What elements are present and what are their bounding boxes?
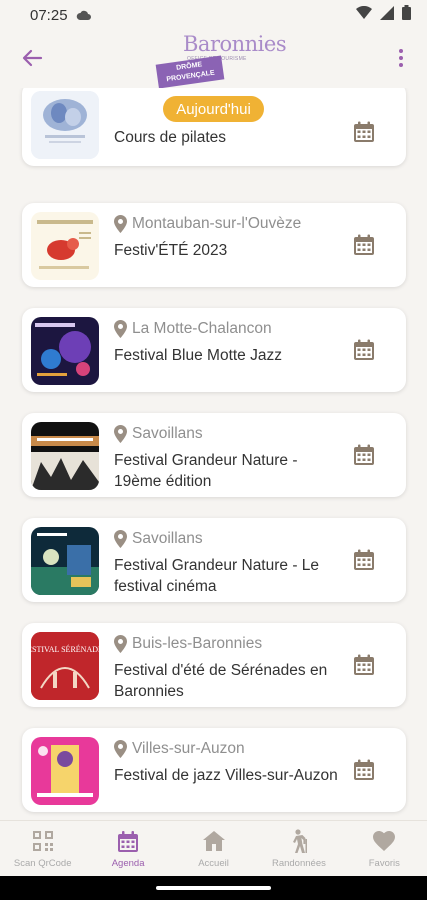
system-navigation-bar (0, 876, 427, 900)
location-pin-icon (114, 425, 127, 443)
location-pin-icon (114, 215, 127, 233)
event-title: Cours de pilates (114, 129, 227, 146)
event-location: Savoillans (114, 530, 203, 548)
signal-icon (380, 5, 394, 25)
add-to-calendar-button[interactable] (352, 233, 376, 257)
location-pin-icon (114, 530, 127, 548)
nav-item-favoris[interactable]: Favoris (342, 821, 427, 876)
battery-icon (402, 5, 411, 25)
event-card[interactable]: Montauban-sur-l'Ouvèze Festiv'ÉTÉ 2023 (22, 203, 406, 287)
wifi-icon (356, 5, 372, 24)
event-thumbnail (31, 737, 99, 805)
calendar-icon (354, 444, 374, 465)
bottom-navigation: Scan QrCode Agenda Accueil Randonnées Fa… (0, 820, 427, 876)
calendar-icon (116, 829, 140, 853)
add-to-calendar-button[interactable] (352, 443, 376, 467)
event-card[interactable]: Villes-sur-Auzon Festival de jazz Villes… (22, 728, 406, 812)
event-location: Montauban-sur-l'Ouvèze (114, 215, 301, 233)
nav-item-accueil[interactable]: Accueil (171, 821, 256, 876)
event-thumbnail (31, 422, 99, 490)
event-thumbnail (31, 91, 99, 159)
event-title: Festival Grandeur Nature - Le festival c… (114, 557, 320, 595)
cloud-icon (76, 10, 92, 21)
add-to-calendar-button[interactable] (352, 548, 376, 572)
add-to-calendar-button[interactable] (352, 338, 376, 362)
location-pin-icon (114, 320, 127, 338)
calendar-icon (354, 339, 374, 360)
more-options-button[interactable] (391, 44, 411, 72)
status-bar: 07:25 (0, 0, 427, 30)
event-thumbnail (31, 212, 99, 280)
nav-item-randonnees[interactable]: Randonnées (256, 821, 341, 876)
home-icon (202, 829, 226, 853)
calendar-icon (354, 121, 374, 142)
calendar-icon (354, 654, 374, 675)
nav-label: Favoris (368, 858, 400, 869)
nav-label: Randonnées (271, 858, 326, 869)
event-card[interactable]: Savoillans Festival Grandeur Nature - Le… (22, 518, 406, 602)
event-card[interactable]: La Motte-Chalancon Festival Blue Motte J… (22, 308, 406, 392)
event-title: Festival Grandeur Nature - 19ème édition (114, 452, 298, 490)
qrcode-icon (31, 829, 55, 853)
event-thumbnail (31, 317, 99, 385)
event-card[interactable]: FESTIVAL SÉRÉNADES Buis-les-Baronnies Fe… (22, 623, 406, 707)
event-list[interactable]: Cours de pilates Montauban-sur-l'Ouvèze … (0, 88, 427, 820)
event-title: Festival Blue Motte Jazz (114, 347, 282, 364)
event-thumbnail: FESTIVAL SÉRÉNADES (31, 632, 99, 700)
event-title: Festival de jazz Villes-sur-Auzon (114, 767, 338, 784)
today-button[interactable]: Aujourd'hui (163, 96, 264, 122)
baronnies-logo: Baronnies OFFICE DE TOURISME DRÔME PROVE… (155, 30, 287, 89)
nav-item-agenda[interactable]: Agenda (85, 821, 170, 876)
event-thumbnail (31, 527, 99, 595)
nav-label: Accueil (198, 858, 229, 869)
nav-item-scan-qrcode[interactable]: Scan QrCode (0, 821, 85, 876)
calendar-icon (354, 234, 374, 255)
app-bar: Baronnies OFFICE DE TOURISME DRÔME PROVE… (0, 30, 427, 89)
calendar-icon (354, 549, 374, 570)
nav-label: Scan QrCode (13, 858, 72, 869)
status-time: 07:25 (30, 6, 68, 24)
more-vert-icon (399, 49, 403, 53)
nav-label: Agenda (111, 858, 145, 869)
svg-text:FESTIVAL SÉRÉNADES: FESTIVAL SÉRÉNADES (31, 644, 99, 654)
gesture-handle[interactable] (156, 886, 271, 890)
event-location: Savoillans (114, 425, 203, 443)
location-pin-icon (114, 635, 127, 653)
add-to-calendar-button[interactable] (352, 653, 376, 677)
event-title: Festival d'été de Sérénades en Baronnies (114, 662, 328, 700)
hiker-icon (287, 829, 311, 853)
add-to-calendar-button[interactable] (352, 120, 376, 144)
event-card[interactable]: Savoillans Festival Grandeur Nature - 19… (22, 413, 406, 497)
event-title: Festiv'ÉTÉ 2023 (114, 242, 228, 259)
event-location: Villes-sur-Auzon (114, 740, 245, 758)
heart-icon (372, 829, 396, 853)
arrow-back-icon (22, 49, 43, 67)
calendar-icon (354, 759, 374, 780)
back-button[interactable] (18, 44, 46, 72)
add-to-calendar-button[interactable] (352, 758, 376, 782)
event-location: Buis-les-Baronnies (114, 635, 262, 653)
event-location: La Motte-Chalancon (114, 320, 272, 338)
location-pin-icon (114, 740, 127, 758)
